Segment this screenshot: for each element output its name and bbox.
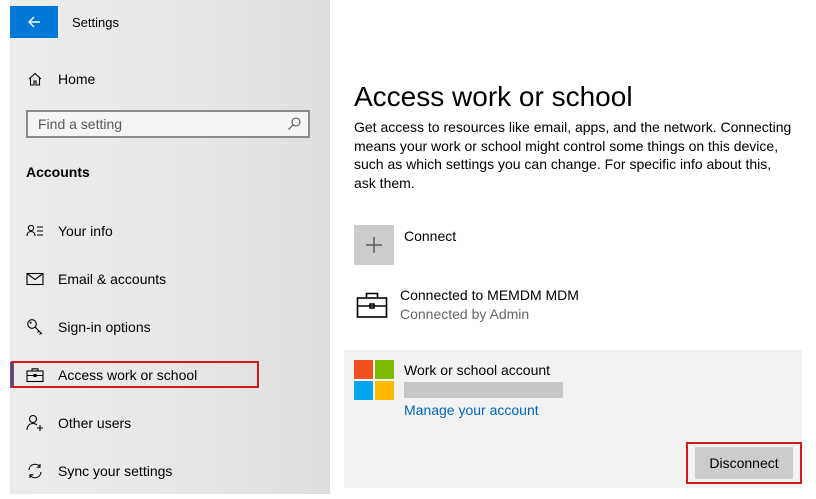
redacted-account-email [404, 382, 563, 398]
sidebar-item-label: Your info [58, 223, 113, 239]
sidebar-item-sign-in-options[interactable]: Sign-in options [10, 312, 330, 342]
plus-icon [366, 237, 382, 253]
account-title: Work or school account [404, 362, 551, 378]
search-box[interactable] [26, 110, 310, 138]
sidebar-item-label: Sync your settings [58, 463, 173, 479]
mdm-title: Connected to MEMDM MDM [400, 287, 579, 303]
logo-yellow-square [375, 381, 394, 400]
connect-button[interactable]: Connect [354, 225, 654, 265]
logo-blue-square [354, 381, 373, 400]
sidebar-item-label: Other users [58, 415, 132, 431]
search-input[interactable] [28, 112, 278, 136]
mail-icon [26, 270, 44, 288]
back-arrow-icon [28, 16, 40, 28]
page-title: Access work or school [354, 80, 633, 112]
plus-tile [354, 225, 394, 265]
search-icon[interactable] [286, 116, 302, 132]
sidebar-item-your-info[interactable]: Your info [10, 216, 330, 246]
title-bar: Settings [10, 6, 330, 38]
nav-home[interactable]: Home [10, 64, 330, 94]
sidebar-item-other-users[interactable]: Other users [10, 408, 330, 438]
mdm-subtitle: Connected by Admin [400, 306, 530, 322]
manage-account-link[interactable]: Manage your account [404, 402, 539, 418]
briefcase-icon [356, 292, 388, 318]
sidebar-item-sync-settings[interactable]: Sync your settings [10, 456, 330, 486]
app-title: Settings [72, 15, 119, 30]
sidebar-item-label: Email & accounts [58, 271, 167, 287]
sidebar-item-email-accounts[interactable]: Email & accounts [10, 264, 330, 294]
page-description: Get access to resources like email, apps… [354, 119, 792, 191]
home-label: Home [58, 71, 96, 87]
sidebar-item-label: Access work or school [58, 367, 198, 383]
person-add-icon [26, 414, 44, 432]
sync-icon [26, 462, 44, 480]
back-button[interactable] [10, 6, 58, 38]
person-card-icon [26, 222, 44, 240]
briefcase-icon [26, 366, 44, 384]
disconnect-button[interactable]: Disconnect [695, 447, 793, 479]
microsoft-logo-icon [354, 360, 394, 400]
section-title: Accounts [26, 164, 90, 180]
key-icon [26, 318, 44, 336]
main-content: Access work or school Get access to reso… [344, 0, 816, 499]
sidebar-item-label: Sign-in options [58, 319, 151, 335]
logo-green-square [375, 360, 394, 379]
connect-label: Connect [404, 228, 457, 244]
home-icon [26, 70, 44, 88]
mdm-connection-item[interactable]: Connected to MEMDM MDM Connected by Admi… [354, 285, 654, 325]
sidebar: Settings Home Accounts Your info [10, 0, 330, 494]
sidebar-item-access-work-or-school[interactable]: Access work or school [10, 360, 330, 390]
logo-red-square [354, 360, 373, 379]
